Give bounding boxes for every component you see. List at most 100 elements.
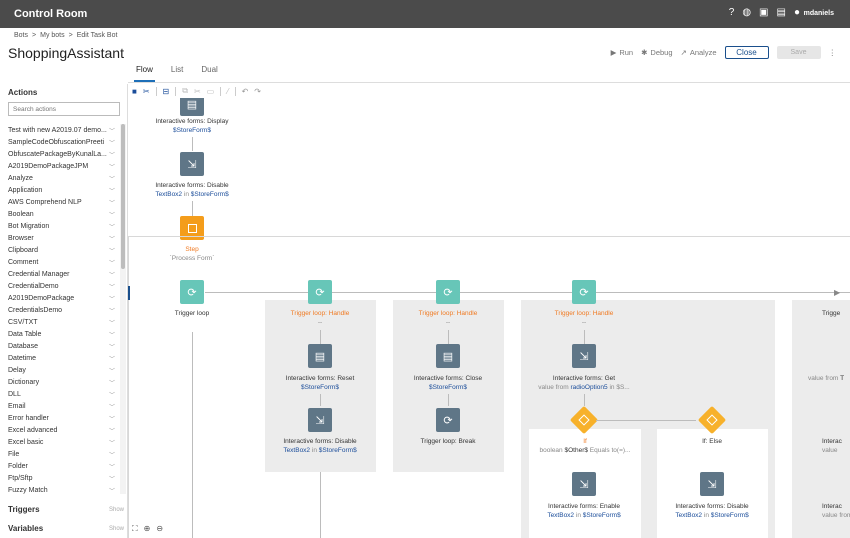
action-item[interactable]: Test with new A2019.07 demo... ﹀ bbox=[8, 124, 115, 136]
action-item[interactable]: CSV/TXT ﹀ bbox=[8, 316, 115, 328]
globe-icon[interactable]: ◍ bbox=[742, 7, 751, 18]
copy-icon[interactable]: ⧉ bbox=[182, 86, 188, 96]
actions-list: Test with new A2019.07 demo... ﹀ SampleCod… bbox=[8, 124, 115, 496]
chevron-down-icon: ﹀ bbox=[108, 188, 115, 195]
tab-flow[interactable]: Flow bbox=[134, 65, 155, 82]
action-item[interactable]: Analyze ﹀ bbox=[8, 172, 115, 184]
action-item[interactable]: SampleCodeObfuscationPreeti ﹀ bbox=[8, 136, 115, 148]
debug-button[interactable]: ✱ Debug bbox=[641, 48, 672, 57]
chevron-down-icon: ﹀ bbox=[108, 272, 115, 279]
chevron-down-icon: ﹀ bbox=[108, 404, 115, 411]
search-actions-input[interactable] bbox=[8, 102, 120, 116]
zoom-in-icon[interactable]: ⊕ bbox=[144, 524, 151, 534]
action-item-label: Data Table bbox=[8, 330, 42, 338]
notifications-icon[interactable]: ▤ bbox=[777, 7, 786, 18]
variables-show-link[interactable]: Show bbox=[109, 526, 124, 532]
form-enable-label: Interactive forms: Enable TextBox2 in $S… bbox=[547, 503, 621, 519]
tab-list[interactable]: List bbox=[169, 65, 185, 82]
flow-canvas[interactable]: ▤ Interactive forms: Display $StoreForm$… bbox=[128, 98, 850, 538]
action-item[interactable]: Excel basic ﹀ bbox=[8, 436, 115, 448]
action-item[interactable]: Data Table ﹀ bbox=[8, 328, 115, 340]
action-item[interactable]: Credential Manager ﹀ bbox=[8, 268, 115, 280]
form-close-label: Interactive forms: Close $StoreForm$ bbox=[413, 375, 483, 391]
triggers-section[interactable]: Triggers Show bbox=[8, 505, 124, 514]
breadcrumb-separator-icon: > bbox=[68, 31, 73, 39]
recorder-icon[interactable]: ✂ bbox=[143, 87, 150, 96]
action-item[interactable]: DLL ﹀ bbox=[8, 388, 115, 400]
cut-icon[interactable]: ✂ bbox=[194, 87, 201, 96]
action-item[interactable]: Browser ﹀ bbox=[8, 232, 115, 244]
tab-dual[interactable]: Dual bbox=[199, 65, 219, 82]
form-disable-node-icon[interactable]: ⇲ bbox=[180, 152, 204, 176]
users-icon[interactable]: ▣ bbox=[759, 7, 768, 18]
analyze-button[interactable]: ↗ Analyze bbox=[681, 48, 717, 57]
app-title[interactable]: Control Room bbox=[14, 8, 87, 20]
action-item-label: Email bbox=[8, 402, 26, 410]
form-disable-3-node-icon[interactable]: ⇲ bbox=[700, 472, 724, 496]
form-display-node-icon[interactable]: ▤ bbox=[180, 98, 204, 116]
breadcrumb-edit-task-bot: Edit Task Bot bbox=[76, 31, 118, 39]
triggers-show-link[interactable]: Show bbox=[109, 507, 124, 513]
action-item[interactable]: CredentialDemo ﹀ bbox=[8, 280, 115, 292]
action-item[interactable]: Database ﹀ bbox=[8, 340, 115, 352]
action-item[interactable]: Comment ﹀ bbox=[8, 256, 115, 268]
trigger-break-node-icon[interactable]: ⟳ bbox=[436, 408, 460, 432]
trigger-loop-node-icon[interactable]: ⟳ bbox=[180, 280, 204, 304]
form-reset-node-icon[interactable]: ▤ bbox=[308, 344, 332, 368]
action-item[interactable]: Dictionary ﹀ bbox=[8, 376, 115, 388]
cut-node-label-2: Interac value bbox=[822, 438, 842, 454]
scrollbar-thumb[interactable] bbox=[121, 124, 125, 269]
zoom-out-icon[interactable]: ⊖ bbox=[156, 524, 163, 534]
user-icon[interactable]: ● bbox=[794, 7, 800, 18]
trigger-handle-1-node-icon[interactable]: ⟳ bbox=[308, 280, 332, 304]
action-item[interactable]: Application ﹀ bbox=[8, 184, 115, 196]
action-item[interactable]: CredentialsDemo ﹀ bbox=[8, 304, 115, 316]
trigger-handle-3-node-icon[interactable]: ⟳ bbox=[572, 280, 596, 304]
chevron-down-icon: ﹀ bbox=[108, 320, 115, 327]
undo-icon[interactable]: ↶ bbox=[242, 87, 249, 96]
action-item[interactable]: AWS Comprehend NLP ﹀ bbox=[8, 196, 115, 208]
form-disable-2-node-icon[interactable]: ⇲ bbox=[308, 408, 332, 432]
action-item[interactable]: A2019DemoPackageJPM ﹀ bbox=[8, 160, 115, 172]
action-item[interactable]: Bot Migration ﹀ bbox=[8, 220, 115, 232]
bug-icon: ✱ bbox=[641, 47, 648, 57]
actions-scrollbar[interactable] bbox=[120, 124, 126, 494]
run-button[interactable]: ▶ Run bbox=[611, 48, 634, 57]
action-item[interactable]: File ﹀ bbox=[8, 448, 115, 460]
trigger-handle-2-node-icon[interactable]: ⟳ bbox=[436, 280, 460, 304]
action-item[interactable]: Clipboard ﹀ bbox=[8, 244, 115, 256]
form-display-label: Interactive forms: Display $StoreForm$ bbox=[155, 118, 229, 134]
breadcrumb-my-bots[interactable]: My bots bbox=[40, 32, 65, 39]
disable-icon[interactable]: ⁄ bbox=[227, 87, 228, 96]
variables-section[interactable]: Variables Show bbox=[8, 524, 124, 533]
username[interactable]: mdaniels bbox=[804, 10, 834, 17]
action-item[interactable]: Email ﹀ bbox=[8, 400, 115, 412]
more-options-icon[interactable]: ⋮ bbox=[829, 48, 837, 57]
record-icon[interactable]: ■ bbox=[132, 87, 137, 96]
action-item[interactable]: Delay ﹀ bbox=[8, 364, 115, 376]
action-item[interactable]: Error handler ﹀ bbox=[8, 412, 115, 424]
action-item[interactable]: Folder ﹀ bbox=[8, 460, 115, 472]
action-item[interactable]: A2019DemoPackage ﹀ bbox=[8, 292, 115, 304]
action-item[interactable]: Boolean ﹀ bbox=[8, 208, 115, 220]
help-icon[interactable]: ? bbox=[729, 7, 735, 18]
action-item-label: CSV/TXT bbox=[8, 318, 38, 326]
variables-icon[interactable]: ⊟ bbox=[163, 87, 170, 96]
action-item[interactable]: Excel advanced ﹀ bbox=[8, 424, 115, 436]
paste-icon[interactable]: ▭ bbox=[207, 87, 215, 96]
action-item-label: Error handler bbox=[8, 414, 49, 422]
form-close-node-icon[interactable]: ▤ bbox=[436, 344, 460, 368]
redo-icon[interactable]: ↷ bbox=[254, 87, 261, 96]
form-enable-node-icon[interactable]: ⇲ bbox=[572, 472, 596, 496]
form-get-node-icon[interactable]: ⇲ bbox=[572, 344, 596, 368]
action-item[interactable]: Fuzzy Match ﹀ bbox=[8, 484, 115, 496]
save-button[interactable]: Save bbox=[776, 45, 821, 59]
action-item[interactable]: Ftp/Sftp ﹀ bbox=[8, 472, 115, 484]
breadcrumb-bots[interactable]: Bots bbox=[14, 32, 28, 39]
close-button[interactable]: Close bbox=[724, 45, 769, 59]
action-item[interactable]: ObfuscatePackageByKunalLa... ﹀ bbox=[8, 148, 115, 160]
page-title: ShoppingAssistant bbox=[8, 45, 124, 61]
fit-to-screen-icon[interactable]: ⛶ bbox=[132, 524, 138, 534]
action-item[interactable]: Datetime ﹀ bbox=[8, 352, 115, 364]
chevron-down-icon: ﹀ bbox=[108, 380, 115, 387]
